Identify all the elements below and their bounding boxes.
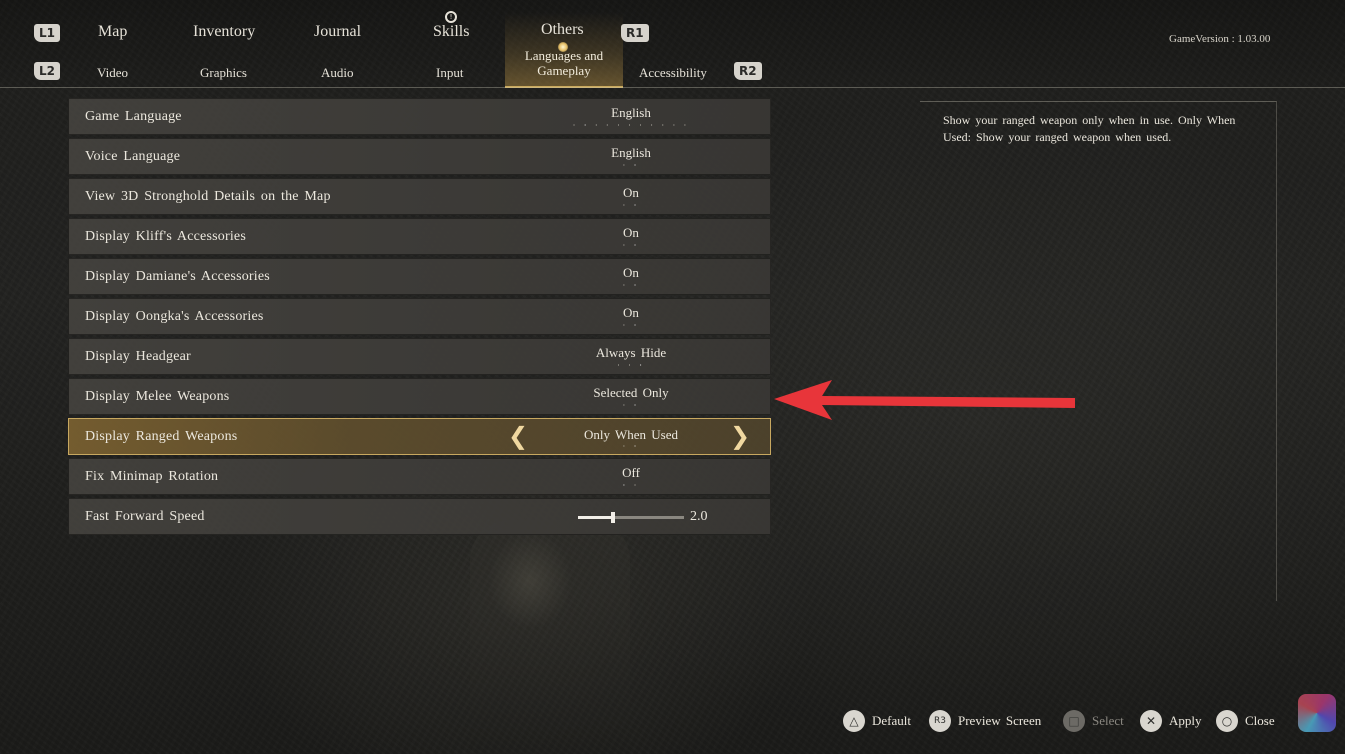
subtab-graphics[interactable]: Graphics xyxy=(200,65,247,81)
top-navigation: L1 Map Inventory Journal ! Skills Others… xyxy=(0,0,1345,88)
option-dots: · · xyxy=(622,401,640,410)
tab-others[interactable]: Others xyxy=(541,21,584,39)
r3-icon: R3 xyxy=(929,710,951,732)
option-dots: · · · xyxy=(617,361,645,370)
option-dots: · · xyxy=(622,201,640,210)
setting-value: Always Hide xyxy=(595,345,667,360)
setting-label: Display Ranged Weapons xyxy=(85,429,238,444)
subtab-accessibility[interactable]: Accessibility xyxy=(639,65,707,81)
option-dots: · · xyxy=(622,321,640,330)
tab-inventory[interactable]: Inventory xyxy=(193,23,255,41)
option-dots: · · · · · · · · · · · xyxy=(572,121,690,130)
setting-row-minimap-rotation[interactable]: Fix Minimap Rotation Off · · xyxy=(68,458,771,495)
setting-value: Selected Only xyxy=(593,385,669,400)
setting-row-damiane-accessories[interactable]: Display Damiane's Accessories On · · xyxy=(68,258,771,295)
setting-row-fast-forward-speed[interactable]: Fast Forward Speed 2.0 xyxy=(68,498,771,535)
option-dots: · · xyxy=(622,161,640,170)
l2-button-icon[interactable]: L2 xyxy=(34,62,60,80)
setting-value: On xyxy=(623,185,639,200)
r1-button-icon[interactable]: R1 xyxy=(621,24,649,42)
tab-map[interactable]: Map xyxy=(98,23,127,41)
description-panel: Show your ranged weapon only when in use… xyxy=(920,101,1277,601)
triangle-icon: △ xyxy=(843,710,865,732)
setting-label: Voice Language xyxy=(85,149,181,164)
setting-row-voice-language[interactable]: Voice Language English · · xyxy=(68,138,771,175)
slider-value: 2.0 xyxy=(690,509,708,524)
setting-label: Fix Minimap Rotation xyxy=(85,469,219,484)
setting-value: On xyxy=(623,305,639,320)
setting-value: On xyxy=(623,225,639,240)
background-character xyxy=(470,520,630,754)
tab-journal[interactable]: Journal xyxy=(314,23,361,41)
setting-row-melee-weapons[interactable]: Display Melee Weapons Selected Only · · xyxy=(68,378,771,415)
setting-value: Off xyxy=(622,465,640,480)
setting-row-headgear[interactable]: Display Headgear Always Hide · · · xyxy=(68,338,771,375)
setting-row-ranged-weapons[interactable]: Display Ranged Weapons ❮ Only When Used … xyxy=(68,418,771,455)
option-dots: · · xyxy=(622,281,640,290)
setting-label: Game Language xyxy=(85,109,182,124)
setting-value: English xyxy=(611,145,651,160)
l1-button-icon[interactable]: L1 xyxy=(34,24,60,42)
option-dots: · · xyxy=(622,241,640,250)
setting-value: English xyxy=(611,105,651,120)
nav-divider xyxy=(0,87,1345,88)
tab-skills[interactable]: Skills xyxy=(433,23,469,41)
setting-label: Display Oongka's Accessories xyxy=(85,309,264,324)
setting-row-game-language[interactable]: Game Language English · · · · · · · · · … xyxy=(68,98,771,135)
r2-button-icon[interactable]: R2 xyxy=(734,62,762,80)
corner-logo-icon xyxy=(1298,694,1336,732)
option-dots: · · xyxy=(622,442,640,451)
subtab-audio[interactable]: Audio xyxy=(321,65,354,81)
setting-value: On xyxy=(623,265,639,280)
setting-label: View 3D Stronghold Details on the Map xyxy=(85,189,331,204)
setting-label: Display Headgear xyxy=(85,349,191,364)
square-icon: □ xyxy=(1063,710,1085,732)
slider-fill xyxy=(578,516,613,519)
setting-row-oongka-accessories[interactable]: Display Oongka's Accessories On · · xyxy=(68,298,771,335)
subtab-input[interactable]: Input xyxy=(436,65,463,81)
circle-icon: ○ xyxy=(1216,710,1238,732)
speed-slider[interactable] xyxy=(578,512,684,523)
description-text: Show your ranged weapon only when in use… xyxy=(943,113,1236,144)
slider-handle[interactable] xyxy=(610,512,615,523)
setting-row-kliff-accessories[interactable]: Display Kliff's Accessories On · · xyxy=(68,218,771,255)
chevron-left-icon[interactable]: ❮ xyxy=(506,423,530,449)
settings-list: Game Language English · · · · · · · · · … xyxy=(68,98,771,538)
setting-row-stronghold-details[interactable]: View 3D Stronghold Details on the Map On… xyxy=(68,178,771,215)
subtab-languages-and-gameplay[interactable]: Languages and Gameplay xyxy=(508,48,620,78)
skills-notification-icon: ! xyxy=(445,11,457,23)
option-dots: · · xyxy=(622,481,640,490)
setting-label: Display Damiane's Accessories xyxy=(85,269,270,284)
setting-label: Display Kliff's Accessories xyxy=(85,229,246,244)
game-version: GameVersion : 1.03.00 xyxy=(1169,33,1271,45)
setting-label: Fast Forward Speed xyxy=(85,509,205,524)
setting-label: Display Melee Weapons xyxy=(85,389,230,404)
chevron-right-icon[interactable]: ❯ xyxy=(728,423,752,449)
cross-icon: ✕ xyxy=(1140,710,1162,732)
subtab-video[interactable]: Video xyxy=(97,65,128,81)
setting-value: Only When Used xyxy=(583,427,679,442)
